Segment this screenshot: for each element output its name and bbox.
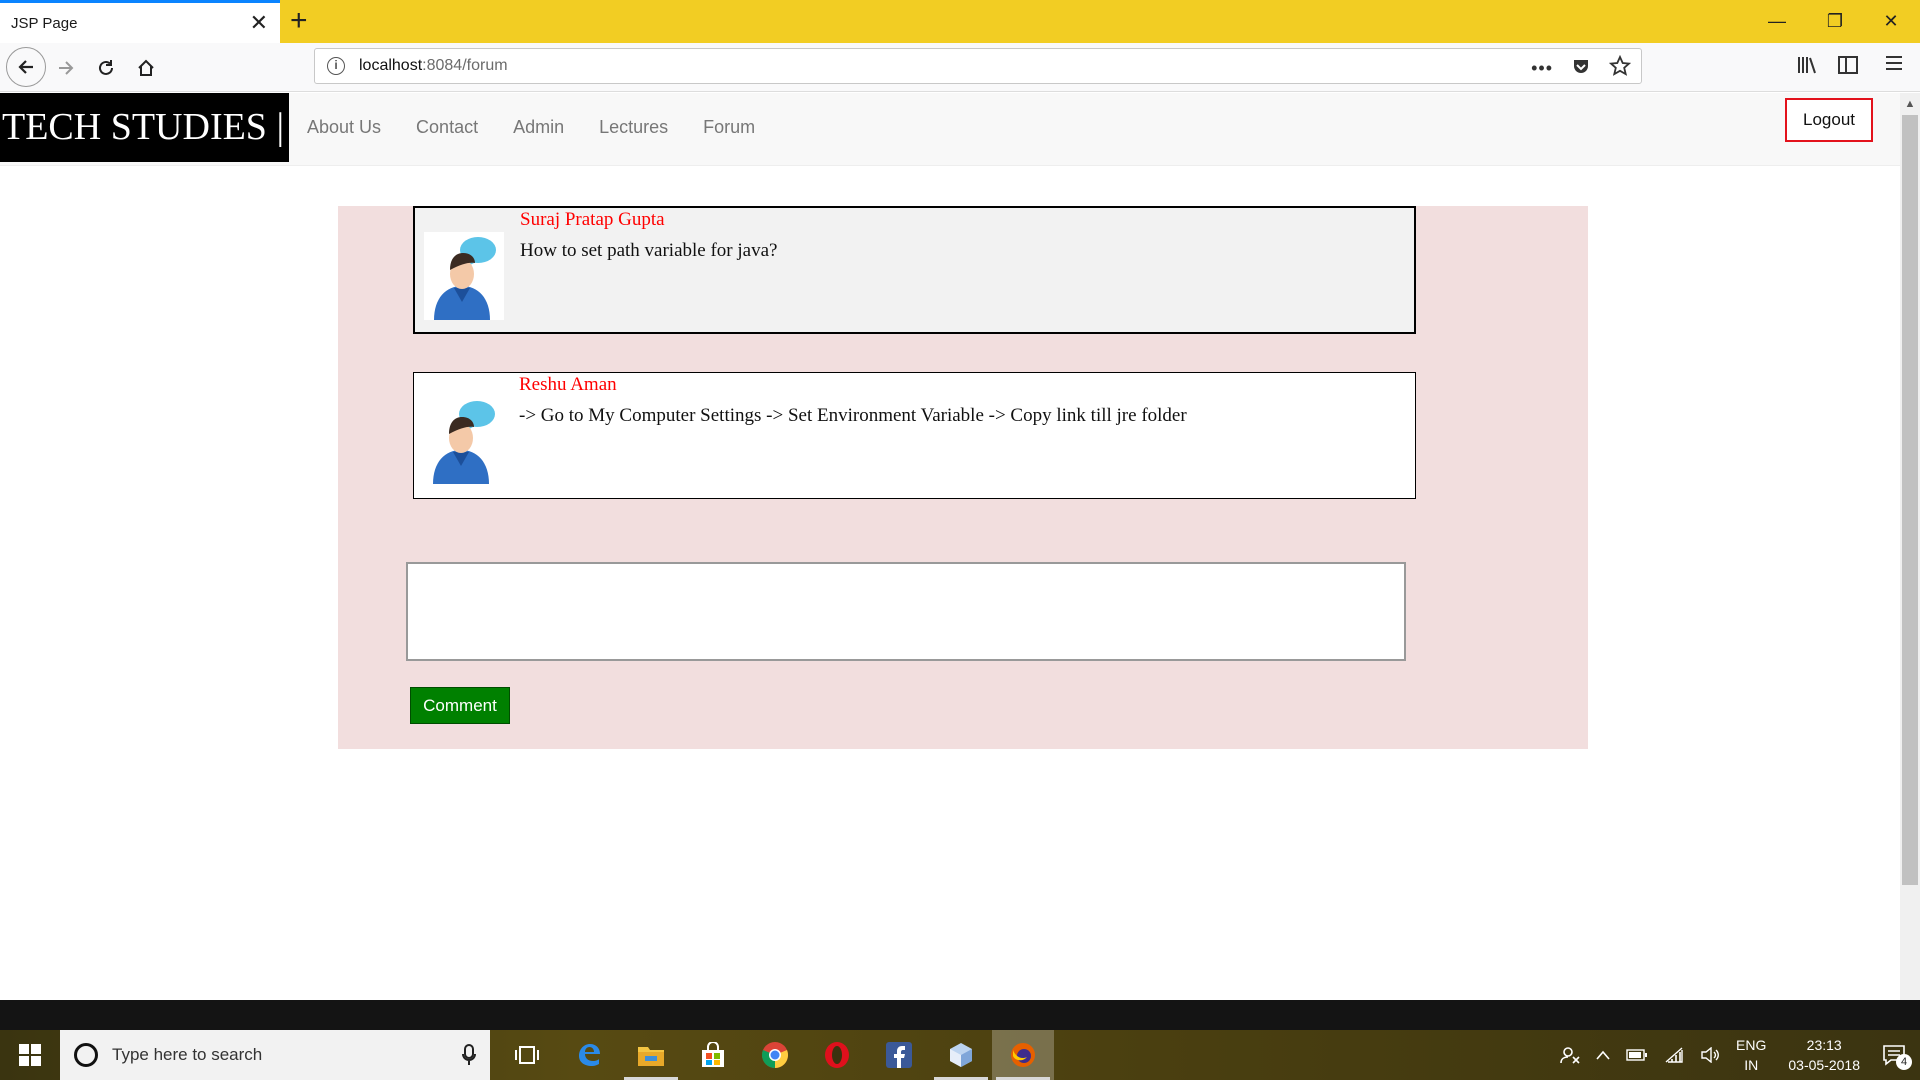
tab-title: JSP Page — [11, 14, 78, 32]
post-message: -> Go to My Computer Settings -> Set Env… — [519, 405, 1187, 426]
post-author: Reshu Aman — [519, 374, 617, 395]
scroll-up-icon[interactable]: ▲ — [1900, 95, 1920, 113]
browser-toolbar: i localhost:8084/forum ••• — [0, 43, 1920, 92]
cortana-icon — [74, 1043, 98, 1067]
nav-forum[interactable]: Forum — [703, 117, 755, 138]
url-path: :8084/forum — [422, 57, 508, 74]
notification-center-icon[interactable]: 4 — [1882, 1044, 1912, 1070]
main-nav: About Us Contact Admin Lectures Forum — [307, 93, 755, 162]
clock-time: 23:13 — [1806, 1037, 1842, 1053]
page-bottom-strip — [0, 1000, 1920, 1030]
nav-about-us[interactable]: About Us — [307, 117, 381, 138]
restore-icon[interactable]: ❐ — [1812, 6, 1858, 36]
clock[interactable]: 23:13 03-05-2018 — [1788, 1035, 1860, 1075]
window-close-icon[interactable]: ✕ — [1868, 6, 1914, 36]
page-actions-icon[interactable]: ••• — [1531, 58, 1553, 79]
user-avatar-icon — [424, 232, 504, 320]
library-icon[interactable] — [1796, 55, 1818, 80]
tab-close-icon[interactable]: ✕ — [250, 12, 268, 34]
post-author: Suraj Pratap Gupta — [520, 209, 665, 230]
browser-tab-bar: JSP Page ✕ + — ❐ ✕ — [0, 0, 1920, 43]
post-message: How to set path variable for java? — [520, 240, 778, 261]
logout-button[interactable]: Logout — [1785, 98, 1873, 142]
taskbar-search[interactable]: Type here to search — [60, 1030, 490, 1080]
pocket-icon[interactable] — [1571, 56, 1591, 81]
minimize-icon[interactable]: — — [1754, 6, 1800, 36]
page-scrollbar[interactable]: ▲ ▼ — [1900, 93, 1920, 1030]
edge-browser-icon[interactable] — [558, 1030, 620, 1080]
home-icon[interactable] — [128, 50, 164, 86]
microphone-icon[interactable] — [462, 1044, 476, 1071]
facebook-icon[interactable] — [868, 1030, 930, 1080]
nav-admin[interactable]: Admin — [513, 117, 564, 138]
lang-code: ENG — [1736, 1037, 1767, 1053]
url-host: localhost — [359, 57, 423, 74]
search-placeholder: Type here to search — [112, 1045, 263, 1064]
notification-count: 4 — [1896, 1054, 1912, 1070]
url-bar[interactable]: i localhost:8084/forum ••• — [314, 48, 1642, 84]
language-indicator[interactable]: ENG IN — [1736, 1035, 1766, 1075]
comment-input[interactable] — [406, 562, 1406, 661]
comment-button[interactable]: Comment — [410, 687, 510, 724]
battery-icon[interactable] — [1626, 1049, 1648, 1061]
user-avatar-icon — [423, 396, 503, 484]
windows-start-icon[interactable] — [0, 1030, 60, 1080]
forum-post: Suraj Pratap Gupta How to set path varia… — [413, 206, 1416, 334]
lang-region: IN — [1744, 1057, 1759, 1073]
store-icon[interactable] — [682, 1030, 744, 1080]
firefox-icon[interactable] — [992, 1030, 1054, 1080]
virtualbox-icon[interactable] — [930, 1030, 992, 1080]
task-view-icon[interactable] — [496, 1030, 558, 1080]
chevron-up-icon[interactable] — [1596, 1050, 1610, 1060]
site-header: TECH STUDIES | About Us Contact Admin Le… — [0, 93, 1900, 166]
wifi-icon[interactable] — [1664, 1047, 1684, 1063]
windows-taskbar: Type here to search ENG IN 23:13 03-05-2… — [0, 1030, 1920, 1080]
bookmark-star-icon[interactable] — [1608, 54, 1632, 82]
people-icon[interactable] — [1560, 1045, 1580, 1065]
forum-panel: Suraj Pratap Gupta How to set path varia… — [338, 206, 1588, 749]
reload-icon[interactable] — [88, 50, 124, 86]
sidebar-icon[interactable] — [1838, 56, 1858, 79]
site-info-icon[interactable]: i — [327, 57, 345, 75]
nav-contact[interactable]: Contact — [416, 117, 478, 138]
chrome-icon[interactable] — [744, 1030, 806, 1080]
opera-icon[interactable] — [806, 1030, 868, 1080]
forum-post: Reshu Aman -> Go to My Computer Settings… — [413, 372, 1416, 499]
menu-icon[interactable] — [1885, 55, 1903, 76]
back-icon[interactable] — [6, 47, 46, 87]
scroll-thumb[interactable] — [1902, 115, 1918, 885]
browser-tab[interactable]: JSP Page ✕ — [0, 0, 280, 43]
nav-lectures[interactable]: Lectures — [599, 117, 668, 138]
brand-logo[interactable]: TECH STUDIES | — [0, 93, 289, 162]
new-tab-icon[interactable]: + — [290, 4, 308, 38]
forward-icon[interactable] — [48, 50, 84, 86]
volume-icon[interactable] — [1700, 1047, 1720, 1063]
file-explorer-icon[interactable] — [620, 1030, 682, 1080]
clock-date: 03-05-2018 — [1788, 1057, 1860, 1073]
